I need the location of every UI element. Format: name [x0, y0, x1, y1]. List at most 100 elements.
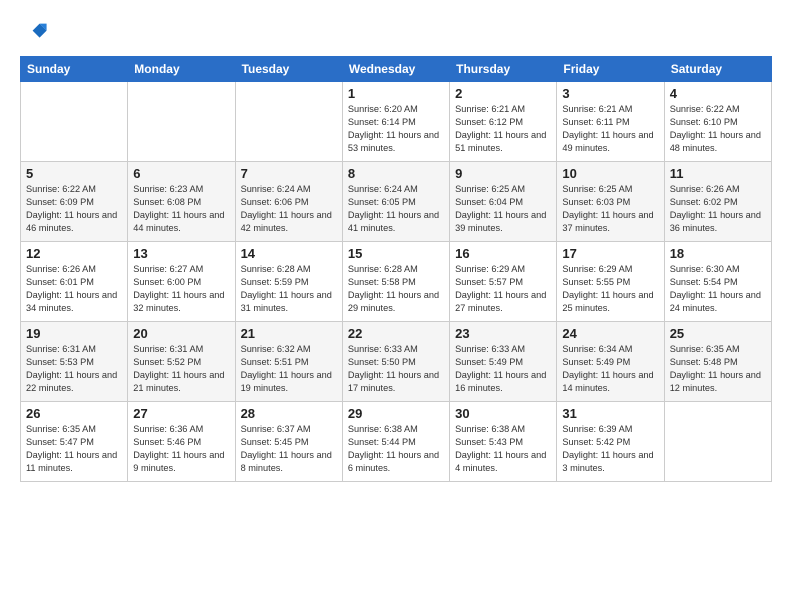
calendar-cell: 3 Sunrise: 6:21 AM Sunset: 6:11 PM Daylig… — [557, 82, 664, 162]
day-info: Sunrise: 6:33 AM Sunset: 5:49 PM Dayligh… — [455, 343, 551, 395]
weekday-header-thursday: Thursday — [450, 57, 557, 82]
day-info: Sunrise: 6:31 AM Sunset: 5:53 PM Dayligh… — [26, 343, 122, 395]
day-number: 10 — [562, 166, 658, 181]
day-info: Sunrise: 6:37 AM Sunset: 5:45 PM Dayligh… — [241, 423, 337, 475]
day-number: 23 — [455, 326, 551, 341]
calendar-cell: 16 Sunrise: 6:29 AM Sunset: 5:57 PM Dayli… — [450, 242, 557, 322]
calendar-week-row: 19 Sunrise: 6:31 AM Sunset: 5:53 PM Dayli… — [21, 322, 772, 402]
calendar-week-row: 1Sunrise: 6:20 AM Sunset: 6:14 PM Daylig… — [21, 82, 772, 162]
calendar-header-row: SundayMondayTuesdayWednesdayThursdayFrid… — [21, 57, 772, 82]
day-number: 27 — [133, 406, 229, 421]
day-info: Sunrise: 6:35 AM Sunset: 5:47 PM Dayligh… — [26, 423, 122, 475]
calendar-cell — [128, 82, 235, 162]
day-number: 14 — [241, 246, 337, 261]
day-number: 2 — [455, 86, 551, 101]
weekday-header-friday: Friday — [557, 57, 664, 82]
day-info: Sunrise: 6:34 AM Sunset: 5:49 PM Dayligh… — [562, 343, 658, 395]
day-info: Sunrise: 6:21 AM Sunset: 6:11 PM Dayligh… — [562, 103, 658, 155]
day-info: Sunrise: 6:27 AM Sunset: 6:00 PM Dayligh… — [133, 263, 229, 315]
day-number: 22 — [348, 326, 444, 341]
calendar-cell: 17 Sunrise: 6:29 AM Sunset: 5:55 PM Dayli… — [557, 242, 664, 322]
day-info: Sunrise: 6:29 AM Sunset: 5:55 PM Dayligh… — [562, 263, 658, 315]
weekday-header-sunday: Sunday — [21, 57, 128, 82]
day-info: Sunrise: 6:30 AM Sunset: 5:54 PM Dayligh… — [670, 263, 766, 315]
day-number: 4 — [670, 86, 766, 101]
calendar-cell: 19 Sunrise: 6:31 AM Sunset: 5:53 PM Dayli… — [21, 322, 128, 402]
weekday-header-wednesday: Wednesday — [342, 57, 449, 82]
logo-icon — [20, 18, 48, 46]
calendar-cell: 25Sunrise: 6:35 AM Sunset: 5:48 PM Dayli… — [664, 322, 771, 402]
calendar-cell: 28 Sunrise: 6:37 AM Sunset: 5:45 PM Dayli… — [235, 402, 342, 482]
calendar-cell: 30 Sunrise: 6:38 AM Sunset: 5:43 PM Dayli… — [450, 402, 557, 482]
day-info: Sunrise: 6:38 AM Sunset: 5:43 PM Dayligh… — [455, 423, 551, 475]
calendar-table: SundayMondayTuesdayWednesdayThursdayFrid… — [20, 56, 772, 482]
calendar-cell: 6 Sunrise: 6:23 AM Sunset: 6:08 PM Daylig… — [128, 162, 235, 242]
calendar-cell: 9Sunrise: 6:25 AM Sunset: 6:04 PM Daylig… — [450, 162, 557, 242]
day-info: Sunrise: 6:31 AM Sunset: 5:52 PM Dayligh… — [133, 343, 229, 395]
calendar-cell: 14 Sunrise: 6:28 AM Sunset: 5:59 PM Dayli… — [235, 242, 342, 322]
calendar-cell — [21, 82, 128, 162]
calendar-cell: 4 Sunrise: 6:22 AM Sunset: 6:10 PM Daylig… — [664, 82, 771, 162]
day-number: 17 — [562, 246, 658, 261]
weekday-header-saturday: Saturday — [664, 57, 771, 82]
calendar-cell — [235, 82, 342, 162]
day-info: Sunrise: 6:29 AM Sunset: 5:57 PM Dayligh… — [455, 263, 551, 315]
day-info: Sunrise: 6:28 AM Sunset: 5:58 PM Dayligh… — [348, 263, 444, 315]
day-number: 11 — [670, 166, 766, 181]
day-info: Sunrise: 6:24 AM Sunset: 6:05 PM Dayligh… — [348, 183, 444, 235]
day-number: 25 — [670, 326, 766, 341]
calendar-cell: 31Sunrise: 6:39 AM Sunset: 5:42 PM Dayli… — [557, 402, 664, 482]
calendar-cell: 12Sunrise: 6:26 AM Sunset: 6:01 PM Dayli… — [21, 242, 128, 322]
calendar-cell: 27 Sunrise: 6:36 AM Sunset: 5:46 PM Dayli… — [128, 402, 235, 482]
header — [20, 18, 772, 46]
day-number: 26 — [26, 406, 122, 421]
calendar-cell: 24 Sunrise: 6:34 AM Sunset: 5:49 PM Dayli… — [557, 322, 664, 402]
calendar-cell: 7 Sunrise: 6:24 AM Sunset: 6:06 PM Daylig… — [235, 162, 342, 242]
calendar-cell: 8 Sunrise: 6:24 AM Sunset: 6:05 PM Daylig… — [342, 162, 449, 242]
day-number: 5 — [26, 166, 122, 181]
day-number: 7 — [241, 166, 337, 181]
calendar-cell: 21 Sunrise: 6:32 AM Sunset: 5:51 PM Dayli… — [235, 322, 342, 402]
calendar-cell: 11 Sunrise: 6:26 AM Sunset: 6:02 PM Dayli… — [664, 162, 771, 242]
day-number: 21 — [241, 326, 337, 341]
day-info: Sunrise: 6:33 AM Sunset: 5:50 PM Dayligh… — [348, 343, 444, 395]
day-info: Sunrise: 6:39 AM Sunset: 5:42 PM Dayligh… — [562, 423, 658, 475]
logo — [20, 18, 52, 46]
calendar-cell: 2Sunrise: 6:21 AM Sunset: 6:12 PM Daylig… — [450, 82, 557, 162]
day-number: 15 — [348, 246, 444, 261]
calendar-cell: 15 Sunrise: 6:28 AM Sunset: 5:58 PM Dayli… — [342, 242, 449, 322]
calendar-week-row: 26 Sunrise: 6:35 AM Sunset: 5:47 PM Dayli… — [21, 402, 772, 482]
day-number: 9 — [455, 166, 551, 181]
day-number: 24 — [562, 326, 658, 341]
day-info: Sunrise: 6:25 AM Sunset: 6:03 PM Dayligh… — [562, 183, 658, 235]
day-info: Sunrise: 6:23 AM Sunset: 6:08 PM Dayligh… — [133, 183, 229, 235]
calendar-cell: 13 Sunrise: 6:27 AM Sunset: 6:00 PM Dayli… — [128, 242, 235, 322]
day-number: 19 — [26, 326, 122, 341]
day-number: 3 — [562, 86, 658, 101]
calendar-week-row: 12Sunrise: 6:26 AM Sunset: 6:01 PM Dayli… — [21, 242, 772, 322]
calendar-cell: 23 Sunrise: 6:33 AM Sunset: 5:49 PM Dayli… — [450, 322, 557, 402]
day-info: Sunrise: 6:22 AM Sunset: 6:10 PM Dayligh… — [670, 103, 766, 155]
day-info: Sunrise: 6:38 AM Sunset: 5:44 PM Dayligh… — [348, 423, 444, 475]
day-number: 8 — [348, 166, 444, 181]
calendar-cell — [664, 402, 771, 482]
weekday-header-tuesday: Tuesday — [235, 57, 342, 82]
calendar-cell: 20Sunrise: 6:31 AM Sunset: 5:52 PM Dayli… — [128, 322, 235, 402]
day-number: 12 — [26, 246, 122, 261]
day-number: 30 — [455, 406, 551, 421]
day-number: 16 — [455, 246, 551, 261]
day-info: Sunrise: 6:22 AM Sunset: 6:09 PM Dayligh… — [26, 183, 122, 235]
day-info: Sunrise: 6:36 AM Sunset: 5:46 PM Dayligh… — [133, 423, 229, 475]
day-info: Sunrise: 6:28 AM Sunset: 5:59 PM Dayligh… — [241, 263, 337, 315]
day-number: 6 — [133, 166, 229, 181]
calendar-cell: 10 Sunrise: 6:25 AM Sunset: 6:03 PM Dayli… — [557, 162, 664, 242]
calendar-cell: 29Sunrise: 6:38 AM Sunset: 5:44 PM Dayli… — [342, 402, 449, 482]
day-number: 13 — [133, 246, 229, 261]
day-number: 28 — [241, 406, 337, 421]
calendar-week-row: 5 Sunrise: 6:22 AM Sunset: 6:09 PM Daylig… — [21, 162, 772, 242]
day-info: Sunrise: 6:20 AM Sunset: 6:14 PM Dayligh… — [348, 103, 444, 155]
day-info: Sunrise: 6:32 AM Sunset: 5:51 PM Dayligh… — [241, 343, 337, 395]
day-info: Sunrise: 6:26 AM Sunset: 6:02 PM Dayligh… — [670, 183, 766, 235]
calendar-cell: 18Sunrise: 6:30 AM Sunset: 5:54 PM Dayli… — [664, 242, 771, 322]
day-info: Sunrise: 6:24 AM Sunset: 6:06 PM Dayligh… — [241, 183, 337, 235]
